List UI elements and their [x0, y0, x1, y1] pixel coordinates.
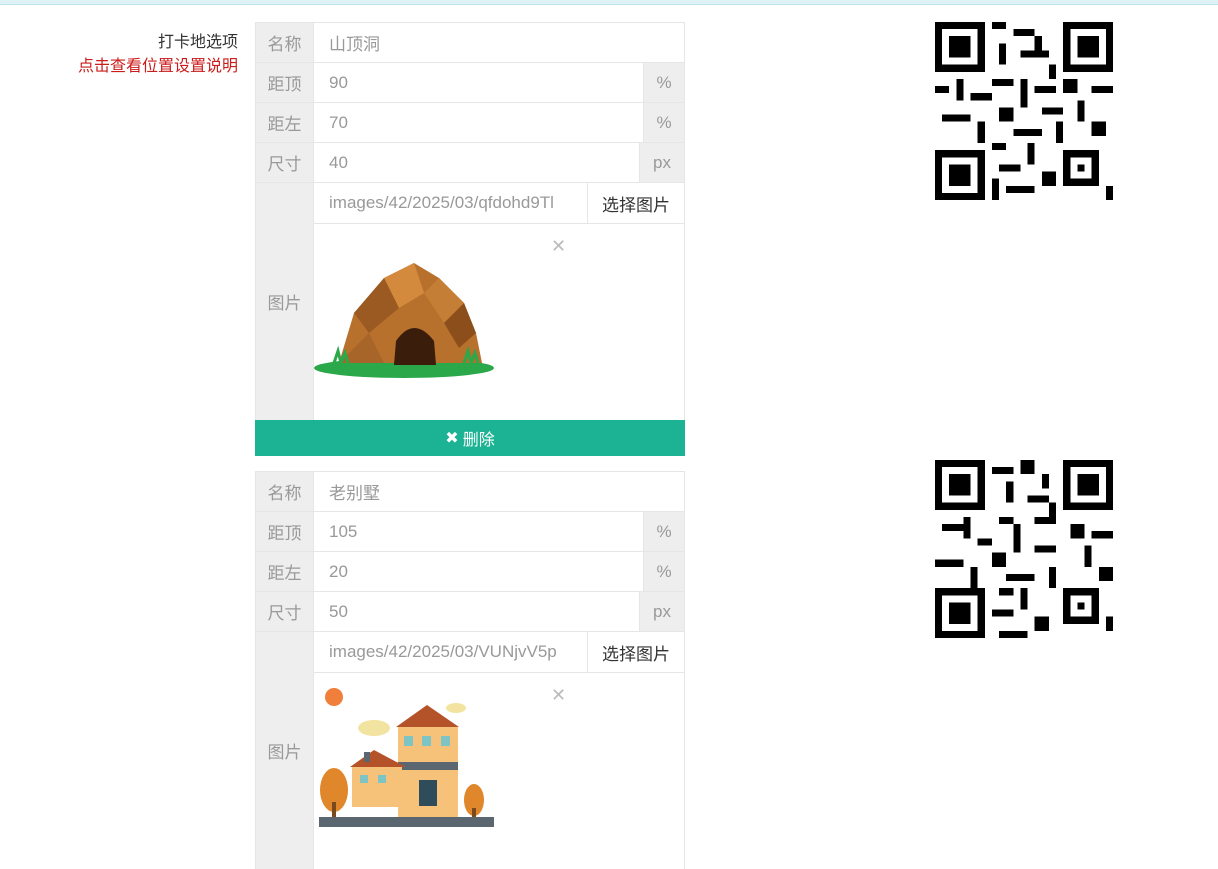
- close-icon[interactable]: ✕: [551, 236, 566, 257]
- size-unit: px: [639, 143, 684, 182]
- checkpoint-item: 名称 距顶 % 距左 % 尺寸 px 图片 选择图片: [255, 471, 685, 869]
- image-label: 图片: [256, 632, 314, 869]
- top-input[interactable]: [314, 512, 643, 551]
- size-input[interactable]: [314, 592, 639, 631]
- image-row: 图片 选择图片: [255, 631, 685, 869]
- left-label: 距左: [256, 103, 314, 142]
- top-unit: %: [643, 63, 684, 102]
- image-label: 图片: [256, 183, 314, 420]
- left-unit: %: [643, 103, 684, 142]
- pick-image-button[interactable]: 选择图片: [587, 183, 684, 223]
- image-preview: ✕: [314, 672, 566, 869]
- pick-image-button[interactable]: 选择图片: [587, 632, 684, 672]
- left-unit: %: [643, 552, 684, 591]
- top-row: 距顶 %: [255, 511, 685, 551]
- delete-label: 删除: [462, 432, 495, 449]
- image-path-input[interactable]: [314, 183, 588, 223]
- qr-code-image: [935, 22, 1113, 200]
- delete-button[interactable]: ✖ 删除: [255, 420, 685, 456]
- size-input[interactable]: [314, 143, 639, 182]
- name-input[interactable]: [314, 472, 684, 511]
- name-row: 名称: [255, 471, 685, 511]
- top-label: 距顶: [256, 63, 314, 102]
- left-row: 距左 %: [255, 551, 685, 591]
- cave-image: [314, 263, 494, 378]
- left-input[interactable]: [314, 103, 643, 142]
- image-path-input[interactable]: [314, 632, 588, 672]
- size-row: 尺寸 px: [255, 591, 685, 631]
- top-label: 距顶: [256, 512, 314, 551]
- image-path-group: 选择图片: [314, 632, 684, 673]
- left-label: 距左: [256, 552, 314, 591]
- field-label: 打卡地选项 点击查看位置设置说明: [78, 31, 238, 79]
- top-border: [0, 0, 1218, 5]
- name-input[interactable]: [314, 23, 684, 62]
- image-path-group: 选择图片: [314, 183, 684, 224]
- top-row: 距顶 %: [255, 62, 685, 102]
- size-label: 尺寸: [256, 592, 314, 631]
- name-label: 名称: [256, 23, 314, 62]
- image-preview: ✕: [314, 223, 566, 420]
- position-help-link[interactable]: 点击查看位置设置说明: [78, 55, 238, 79]
- top-input[interactable]: [314, 63, 643, 102]
- qr-code-image: [935, 460, 1113, 638]
- left-input[interactable]: [314, 552, 643, 591]
- house-image: [319, 688, 494, 827]
- size-unit: px: [639, 592, 684, 631]
- size-label: 尺寸: [256, 143, 314, 182]
- name-row: 名称: [255, 22, 685, 62]
- name-label: 名称: [256, 472, 314, 511]
- checkpoint-item: 名称 距顶 % 距左 % 尺寸 px 图片 选择图片: [255, 22, 685, 456]
- left-row: 距左 %: [255, 102, 685, 142]
- delete-x-icon: ✖: [445, 430, 459, 447]
- field-label-text: 打卡地选项: [157, 34, 238, 51]
- close-icon[interactable]: ✕: [551, 685, 566, 706]
- size-row: 尺寸 px: [255, 142, 685, 182]
- top-unit: %: [643, 512, 684, 551]
- image-row: 图片 选择图片 ✕: [255, 182, 685, 420]
